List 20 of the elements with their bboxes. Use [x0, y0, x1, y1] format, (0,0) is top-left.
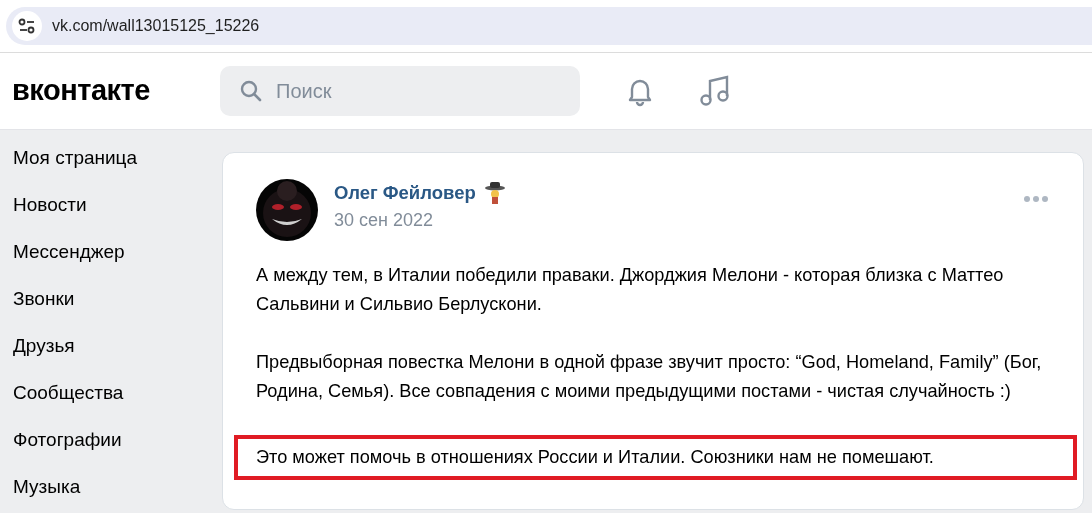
hat-icon — [483, 180, 506, 205]
post-paragraph: А между тем, в Италии победили праваки. Джорджия Мелони - которая близка с Маттео Сальвини и Сильвио Берлускони. — [256, 264, 1005, 316]
post-paragraph: Предвыборная повестка Мелони в одной фразе звучит просто: “God, Homeland, Family” (Бог, Родина, Семья). Все совпадения с моими предыдущими постами - чистая случайность :) — [256, 351, 1043, 403]
sidebar-item[interactable]: Мессенджер — [13, 238, 222, 285]
logo[interactable]: вконтакте — [0, 69, 220, 113]
sidebar-item[interactable]: Новости — [13, 191, 222, 238]
sidebar-item[interactable]: Фотографии — [13, 426, 222, 473]
sidebar-item[interactable]: Друзья — [13, 332, 222, 379]
author-name[interactable]: Олег Фейловер — [334, 179, 476, 207]
sidebar-item[interactable]: Музыка — [13, 473, 222, 513]
more-icon[interactable] — [1023, 195, 1049, 203]
sidebar-item[interactable]: Моя страница — [13, 144, 222, 191]
sidebar-item[interactable]: Сообщества — [13, 379, 222, 426]
music-note-icon[interactable] — [698, 74, 730, 108]
sidebar-item[interactable]: Звонки — [13, 285, 222, 332]
site-settings-icon[interactable] — [12, 11, 42, 41]
url-text[interactable]: vk.com/wall13015125_15226 — [52, 14, 260, 38]
post-date[interactable]: 30 сен 2022 — [334, 206, 1023, 234]
search-field[interactable]: Поиск — [220, 66, 580, 116]
post-paragraph: Это может помочь в отношениях России и Италии. Союзники нам не помешают. — [234, 435, 1077, 480]
